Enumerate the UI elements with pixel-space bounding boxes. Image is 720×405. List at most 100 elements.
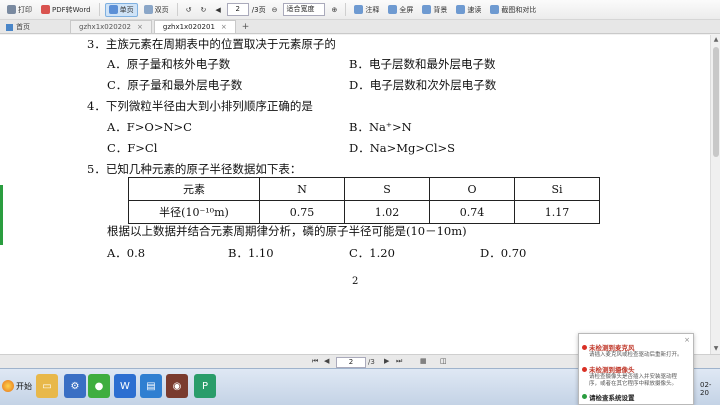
table-cell: Si: [514, 177, 600, 201]
toolbar: 打印 PDF转Word 单页 双页 ↺ ↻ ◀ 2 /3页 ⊖ 适合宽度 ⊕ 注…: [0, 0, 720, 20]
clock: 02-20: [700, 381, 712, 397]
table-cell: 1.02: [344, 200, 430, 224]
fullscreen-icon: [388, 5, 398, 14]
q4-option-d: D．Na>Mg>Cl>S: [349, 141, 456, 155]
view-mode-icon[interactable]: ▦: [420, 357, 427, 365]
single-page-button[interactable]: 单页: [104, 2, 138, 17]
scroll-down-icon[interactable]: ▼: [712, 345, 720, 353]
wechat-icon[interactable]: ●: [88, 374, 110, 398]
fit-icon[interactable]: ◫: [440, 357, 447, 365]
zoom-select[interactable]: 适合宽度: [283, 3, 326, 16]
screenshot-label: 截图和对比: [501, 5, 537, 14]
folder-icon[interactable]: ▭: [36, 374, 58, 398]
next-page-icon[interactable]: ▶: [384, 357, 389, 365]
full-screen-label: 全屏: [399, 5, 414, 14]
q5-option-b: B．1.10: [228, 246, 274, 260]
wps-icon[interactable]: W: [114, 374, 136, 398]
nav-page-input[interactable]: 2: [336, 357, 366, 368]
zoom-out-icon: ⊖: [271, 5, 278, 14]
notification-item[interactable]: 未检测到麦克风 请插入麦克风或检查驱动后重新打开。: [589, 342, 687, 359]
tab-home[interactable]: 首页: [6, 22, 30, 32]
q3-stem: 3．主族元素在周期表中的位置取决于元素原子的: [87, 37, 336, 51]
app-grid-icon[interactable]: ▤: [140, 374, 162, 398]
double-page-label: 双页: [154, 5, 169, 14]
notification-title: 未检测到摄像头: [589, 366, 635, 374]
rotate-left-button[interactable]: ↺: [183, 5, 195, 15]
first-page-icon[interactable]: ⏮: [312, 357, 318, 366]
divider: [176, 3, 178, 16]
notification-item[interactable]: 未检测到摄像头 请检查摄像头是否插入并安装驱动程序，或者在其它程序中释放摄像头。: [589, 364, 687, 388]
screenshot-button[interactable]: 截图和对比: [487, 4, 539, 16]
prev-page-icon[interactable]: ◀: [324, 357, 329, 365]
radius-table: 元素 N S O Si 半径(10⁻¹⁰m) 0.75 1.02 0.74 1.…: [128, 177, 600, 224]
tool-icon[interactable]: ⚙: [64, 374, 86, 398]
full-screen-button[interactable]: 全屏: [385, 4, 416, 16]
rotate-right-button[interactable]: ↻: [198, 5, 210, 15]
note-icon: [354, 5, 364, 14]
table-cell: 0.74: [429, 200, 515, 224]
notification-title: 请检查系统设置: [589, 394, 635, 402]
q3-option-a: A．原子量和核外电子数: [107, 57, 231, 71]
table-header-radius: 半径(10⁻¹⁰m): [128, 200, 260, 224]
media-icon[interactable]: ◉: [166, 374, 188, 398]
nav-page-total: /3: [368, 358, 375, 366]
home-icon: [6, 23, 13, 31]
last-page-icon[interactable]: ⏭: [396, 357, 402, 366]
table-cell: 0.75: [259, 200, 345, 224]
divider: [345, 3, 347, 16]
tab-document[interactable]: gzhx1x020202 ×: [70, 20, 152, 33]
prev-page-button[interactable]: ◀: [212, 5, 223, 15]
q4-stem: 4．下列微粒半径由大到小排列顺序正确的是: [87, 99, 313, 113]
close-icon[interactable]: ×: [221, 21, 227, 33]
pdf-reader-icon[interactable]: P: [194, 374, 216, 398]
new-tab-button[interactable]: +: [238, 21, 254, 33]
printer-icon: [7, 5, 16, 14]
start-button[interactable]: 开始: [2, 375, 32, 397]
table-row: 半径(10⁻¹⁰m) 0.75 1.02 0.74 1.17: [128, 200, 600, 224]
document-page: 3．主族元素在周期表中的位置取决于元素原子的 A．原子量和核外电子数 B．电子层…: [0, 35, 710, 354]
scissors-icon: [490, 5, 500, 14]
double-page-button[interactable]: 双页: [141, 4, 172, 16]
pdf-to-word-button[interactable]: PDF转Word: [38, 4, 94, 16]
table-cell: N: [259, 177, 345, 201]
divider: [98, 3, 100, 16]
q4-option-a: A．F>O>N>C: [107, 120, 192, 134]
side-marker: [0, 185, 3, 245]
vertical-scrollbar[interactable]: ▲ ▼: [710, 35, 720, 354]
background-button[interactable]: 背景: [419, 4, 450, 16]
page-number: 2: [352, 276, 359, 287]
q3-option-b: B．电子层数和最外层电子数: [349, 57, 496, 71]
q5-option-c: C．1.20: [349, 246, 395, 260]
q3-option-c: C．原子量和最外层电子数: [107, 78, 243, 92]
q5-option-a: A．0.8: [107, 246, 146, 260]
notification-item[interactable]: 请检查系统设置: [589, 392, 687, 402]
tab-document-active[interactable]: gzhx1x020201 ×: [153, 20, 236, 33]
q4-option-b: B．Na⁺>N: [349, 120, 412, 134]
q5-stem: 5．已知几种元素的原子半径数据如下表：: [87, 162, 302, 176]
zoom-out-button[interactable]: ⊖: [269, 5, 281, 15]
windows-orb-icon: [2, 380, 14, 392]
zoom-in-button[interactable]: ⊕: [328, 5, 340, 15]
table-cell: O: [429, 177, 515, 201]
pdf-icon: [41, 5, 50, 14]
single-page-icon: [108, 5, 118, 14]
tab-label: gzhx1x020202: [79, 23, 132, 31]
scrollbar-thumb[interactable]: [713, 47, 719, 157]
q5-option-d: D．0.70: [480, 246, 527, 260]
page-input[interactable]: 2: [226, 3, 249, 16]
pdf-to-word-label: PDF转Word: [52, 5, 91, 14]
error-icon: [582, 367, 587, 372]
notification-panel: × 未检测到麦克风 请插入麦克风或检查驱动后重新打开。 未检测到摄像头 请检查摄…: [578, 333, 694, 405]
page-total: /3页: [251, 5, 266, 14]
notes-button[interactable]: 注释: [351, 4, 382, 16]
tab-label: gzhx1x020201: [162, 23, 215, 31]
table-cell: S: [344, 177, 430, 201]
print-button[interactable]: 打印: [4, 4, 35, 16]
notification-desc: 请检查摄像头是否插入并安装驱动程序，或者在其它程序中释放摄像头。: [589, 374, 678, 387]
background-icon: [422, 5, 432, 14]
read-icon: [456, 5, 466, 14]
read-mode-label: 速读: [467, 5, 482, 14]
read-mode-button[interactable]: 速读: [453, 4, 484, 16]
scroll-up-icon[interactable]: ▲: [712, 36, 720, 44]
close-icon[interactable]: ×: [137, 21, 143, 33]
